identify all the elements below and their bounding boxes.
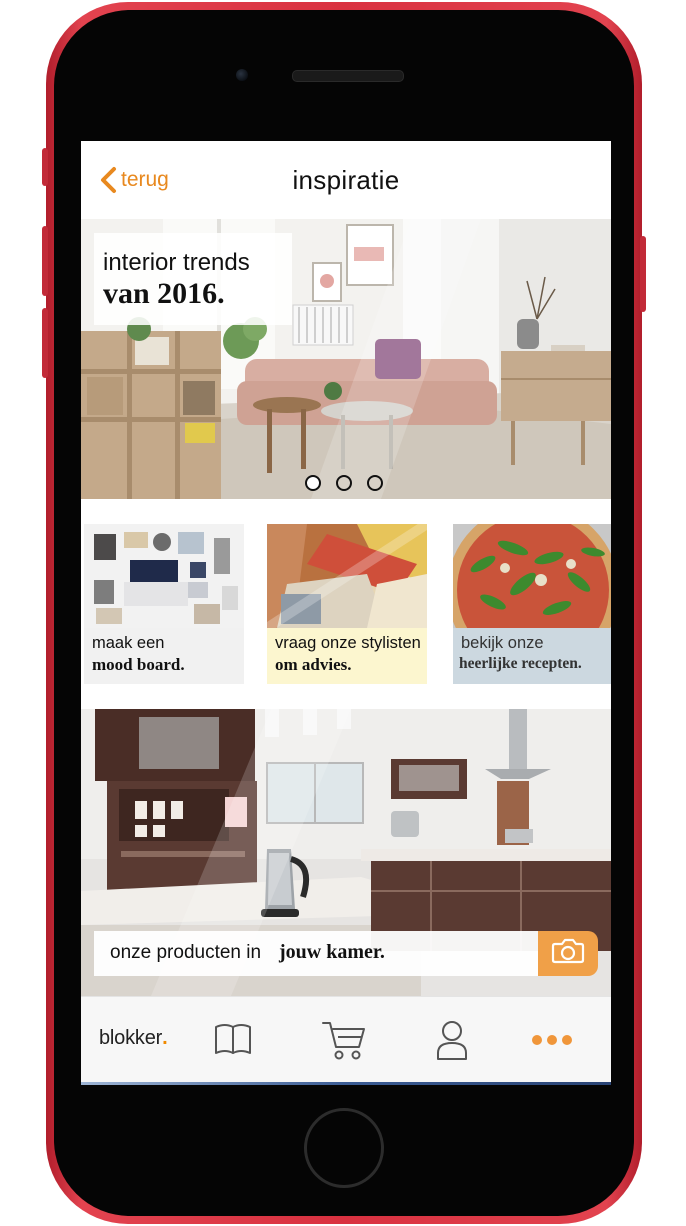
mood-board-image — [84, 524, 244, 628]
book-icon[interactable] — [213, 1019, 253, 1062]
page-title: inspiratie — [292, 165, 400, 195]
tile-label-line2: heerlijke recepten. — [459, 655, 582, 672]
logo-dot: . — [162, 1027, 168, 1049]
tile-label-line2: om advies. — [275, 655, 352, 674]
tile-caption: maak een mood board. — [84, 628, 244, 684]
tile-label-line2: mood board. — [92, 655, 185, 674]
carousel-dot-1[interactable] — [305, 475, 321, 491]
tile-label-line1: maak een — [92, 634, 165, 652]
blokker-logo[interactable]: blokker. — [99, 1027, 168, 1050]
carousel-dot-3[interactable] — [367, 475, 383, 491]
tile-label-line1: vraag onze stylisten — [275, 634, 421, 652]
power-button — [640, 236, 646, 312]
room-search-text-bold: jouw kamer. — [279, 941, 385, 963]
hero-title-line2: van 2016. — [103, 277, 225, 310]
tile-mood-board[interactable]: maak een mood board. — [84, 524, 244, 684]
room-search-bar: onze producten in jouw kamer. — [94, 931, 598, 976]
nav-header: terug inspiratie — [81, 141, 611, 219]
pizza-image — [453, 524, 611, 628]
more-icon[interactable] — [531, 1033, 573, 1051]
cart-icon[interactable] — [321, 1019, 367, 1066]
room-search-field[interactable]: onze producten in jouw kamer. — [94, 931, 538, 976]
volume-down-button — [42, 308, 48, 378]
carousel-pagination — [305, 475, 383, 491]
volume-up-button — [42, 226, 48, 296]
carousel-dot-2[interactable] — [336, 475, 352, 491]
camera-button[interactable] — [538, 931, 598, 976]
room-products-banner[interactable]: onze producten in jouw kamer. — [81, 709, 611, 996]
swatches-image — [267, 524, 427, 628]
home-button[interactable] — [304, 1108, 384, 1188]
mute-switch — [42, 148, 48, 186]
camera-icon — [551, 938, 585, 969]
front-camera — [236, 69, 248, 81]
hero-title-line1: interior trends — [103, 249, 250, 276]
room-search-text-regular: onze producten in — [110, 942, 262, 963]
tile-caption: vraag onze stylisten om advies. — [267, 628, 427, 684]
bottom-tab-bar: blokker. — [81, 996, 611, 1085]
bottom-strip — [81, 1082, 611, 1085]
app-screen: terug inspiratie interior trends van 201… — [81, 141, 611, 1085]
user-icon[interactable] — [435, 1019, 469, 1066]
tile-caption: bekijk onze heerlijke recepten. — [453, 628, 611, 684]
tile-stylists[interactable]: vraag onze stylisten om advies. — [267, 524, 427, 684]
tile-label-line1: bekijk onze — [461, 634, 544, 652]
tile-recipes[interactable]: bekijk onze heerlijke recepten. — [453, 524, 611, 684]
hero-carousel[interactable]: interior trends van 2016. — [81, 219, 611, 499]
logo-text: blokker — [99, 1027, 163, 1049]
earpiece-speaker — [292, 70, 404, 82]
